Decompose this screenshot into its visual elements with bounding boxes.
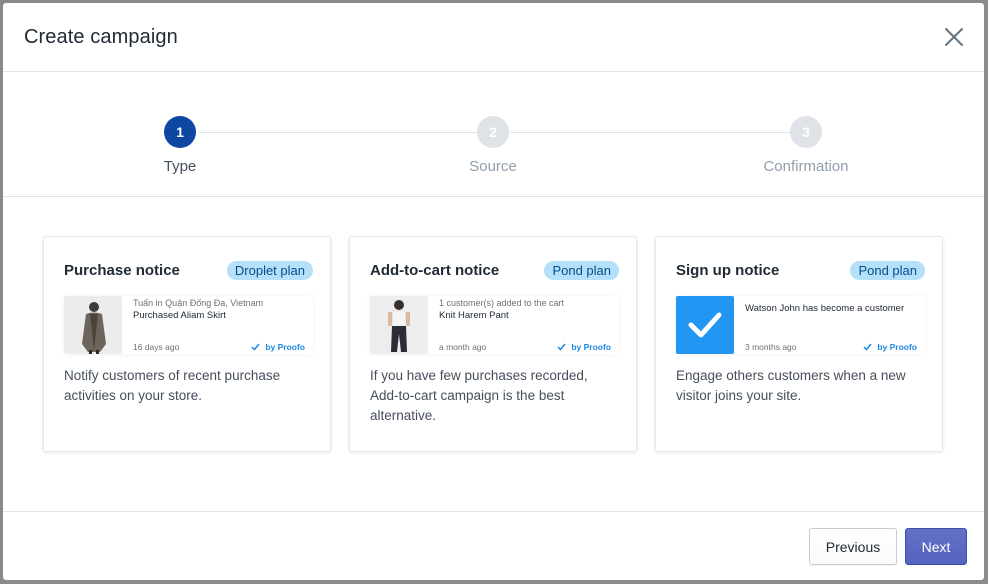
modal-header: Create campaign	[3, 3, 984, 72]
stepper: 1 Type 2 Source 3 Confirmation	[3, 72, 984, 197]
card-sign-up-notice[interactable]: Sign up notice Pond plan Watson John has…	[655, 236, 943, 452]
card-title: Sign up notice	[676, 262, 780, 279]
preview-time: 3 months ago	[745, 342, 797, 352]
preview-product: Knit Harem Pant	[439, 310, 509, 321]
proofo-credit: by Proofo	[557, 342, 611, 352]
next-button[interactable]: Next	[905, 528, 967, 565]
step-number: 1	[164, 116, 196, 148]
step-type: 1 Type	[110, 116, 250, 175]
preview-message: Watson John has become a customer	[745, 303, 905, 314]
check-icon	[863, 343, 872, 351]
check-icon	[557, 343, 566, 351]
card-description: Engage others customers when a new visit…	[676, 368, 906, 403]
close-icon[interactable]	[944, 27, 964, 47]
step-source: 2 Source	[423, 116, 563, 175]
card-description: Notify customers of recent purchase acti…	[64, 368, 281, 403]
proofo-credit: by Proofo	[863, 342, 917, 352]
preview-time: 16 days ago	[133, 342, 180, 352]
step-confirmation: 3 Confirmation	[736, 116, 876, 175]
plan-badge: Pond plan	[850, 261, 925, 280]
preview-time: a month ago	[439, 342, 487, 352]
plan-badge: Pond plan	[544, 261, 619, 280]
proofo-label: by Proofo	[265, 342, 305, 352]
card-add-to-cart-notice[interactable]: Add-to-cart notice Pond plan 1 customer(…	[349, 236, 637, 452]
previous-button[interactable]: Previous	[809, 528, 897, 565]
check-icon	[251, 343, 260, 351]
notification-preview: 1 customer(s) added to the cart Knit Har…	[370, 296, 619, 354]
signup-check-tile	[676, 296, 734, 354]
modal-title: Create campaign	[24, 25, 178, 48]
product-image	[370, 296, 428, 354]
preview-message: 1 customer(s) added to the cart	[439, 298, 565, 308]
step-label: Type	[163, 158, 197, 175]
modal-footer: Previous Next	[3, 511, 984, 580]
step-number: 2	[477, 116, 509, 148]
checkmark-icon	[688, 312, 722, 338]
notification-preview: Watson John has become a customer 3 mont…	[676, 296, 925, 354]
proofo-label: by Proofo	[877, 342, 917, 352]
close-button[interactable]	[940, 23, 968, 51]
product-image	[64, 296, 122, 354]
preview-product: Purchased Aliam Skirt	[133, 310, 226, 321]
campaign-type-cards: Purchase notice Droplet plan Tuấn in Quậ…	[43, 236, 943, 452]
create-campaign-modal: Create campaign 1 Type 2 Source 3 Confir…	[3, 3, 984, 580]
step-label: Confirmation	[763, 158, 849, 175]
plan-badge: Droplet plan	[226, 261, 313, 280]
card-purchase-notice[interactable]: Purchase notice Droplet plan Tuấn in Quậ…	[43, 236, 331, 452]
notification-preview: Tuấn in Quận Đống Đa, Vietnam Purchased …	[64, 296, 313, 354]
proofo-credit: by Proofo	[251, 342, 305, 352]
preview-location: Tuấn in Quận Đống Đa, Vietnam	[133, 298, 264, 308]
card-title: Purchase notice	[64, 262, 180, 279]
card-description: If you have few purchases recorded, Add-…	[370, 368, 588, 423]
step-label: Source	[469, 158, 517, 175]
step-number: 3	[790, 116, 822, 148]
card-title: Add-to-cart notice	[370, 262, 500, 279]
proofo-label: by Proofo	[571, 342, 611, 352]
